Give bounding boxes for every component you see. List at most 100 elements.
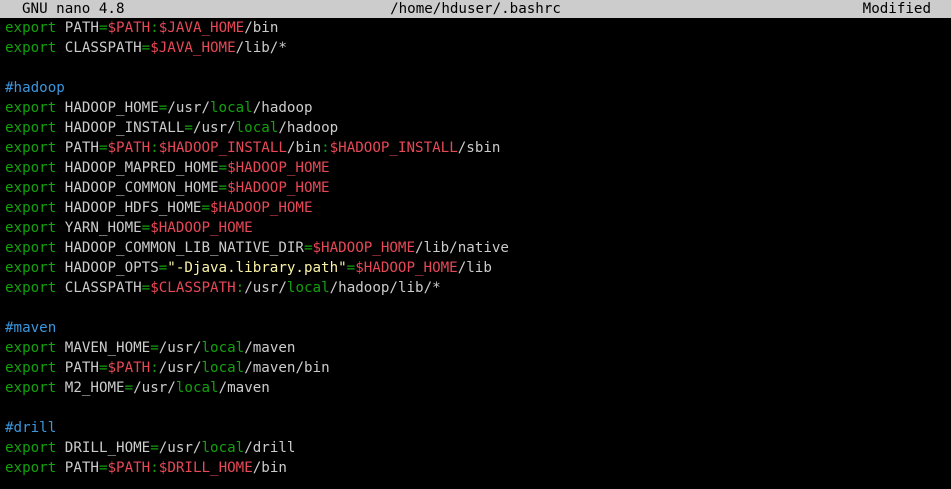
editor-line[interactable]: export HADOOP_HDFS_HOME=$HADOOP_HOME xyxy=(5,198,951,218)
token-variable: $PATH xyxy=(107,360,151,376)
token-variable: $HADOOP_INSTALL xyxy=(329,140,458,156)
token-operator: : xyxy=(150,20,159,36)
token-comment: #maven xyxy=(5,320,57,336)
token-keyword: export xyxy=(5,200,57,216)
token-text: PATH xyxy=(56,360,99,376)
editor-line[interactable]: export HADOOP_COMMON_LIB_NATIVE_DIR=$HAD… xyxy=(5,238,951,258)
token-operator: = xyxy=(201,200,211,216)
editor-line[interactable] xyxy=(5,298,951,318)
token-text: /usr/ xyxy=(192,120,236,136)
token-variable: $JAVA_HOME xyxy=(150,40,236,56)
token-operator: = xyxy=(124,380,134,396)
token-text: /bin xyxy=(252,460,287,476)
token-variable: $DRILL_HOME xyxy=(158,460,253,476)
token-operator: : xyxy=(235,280,245,296)
editor-line[interactable]: export DRILL_HOME=/usr/local/drill xyxy=(5,438,951,458)
token-operator: : xyxy=(150,140,159,156)
token-variable: $HADOOP_HOME xyxy=(227,160,330,176)
token-text: HADOOP_COMMON_LIB_NATIVE_DIR xyxy=(56,240,304,256)
token-keyword: export xyxy=(5,220,57,236)
token-local-path-segment: local xyxy=(201,340,245,356)
token-text: DRILL_HOME xyxy=(56,440,151,456)
editor-line[interactable]: export HADOOP_COMMON_HOME=$HADOOP_HOME xyxy=(5,178,951,198)
token-text: /lib xyxy=(457,260,492,276)
text-editor-area[interactable]: export PATH=$PATH:$JAVA_HOME/bin export C… xyxy=(5,18,951,489)
token-operator: = xyxy=(141,40,151,56)
editor-line[interactable]: export MAVEN_HOME=/usr/local/maven xyxy=(5,338,951,358)
editor-line[interactable]: export M2_HOME=/usr/local/maven xyxy=(5,378,951,398)
token-operator: = xyxy=(218,180,228,196)
editor-line[interactable]: export HADOOP_HOME=/usr/local/hadoop xyxy=(5,98,951,118)
modified-status: Modified xyxy=(862,1,931,17)
token-text: /hadoop xyxy=(252,100,313,116)
token-text: /hadoop xyxy=(278,120,339,136)
token-operator: = xyxy=(150,440,159,456)
token-local-path-segment: local xyxy=(286,280,330,296)
token-operator: = xyxy=(141,220,151,236)
token-variable: $HADOOP_HOME xyxy=(210,200,313,216)
token-operator: : xyxy=(150,360,159,376)
token-text: HADOOP_INSTALL xyxy=(56,120,185,136)
token-text: YARN_HOME xyxy=(56,220,142,236)
editor-line[interactable]: export PATH=$PATH:/usr/local/maven/bin xyxy=(5,358,951,378)
token-keyword: export xyxy=(5,160,57,176)
token-keyword: export xyxy=(5,40,57,56)
token-local-path-segment: local xyxy=(175,380,219,396)
token-text: PATH xyxy=(56,140,99,156)
editor-line[interactable]: #hadoop xyxy=(5,78,951,98)
token-text: M2_HOME xyxy=(56,380,125,396)
token-text: /drill xyxy=(244,440,296,456)
token-text: /usr/ xyxy=(167,100,211,116)
token-variable: $PATH xyxy=(107,460,151,476)
editor-line[interactable]: export HADOOP_OPTS="-Djava.library.path"… xyxy=(5,258,951,278)
editor-line[interactable]: export HADOOP_INSTALL=/usr/local/hadoop xyxy=(5,118,951,138)
token-variable: $HADOOP_HOME xyxy=(227,180,330,196)
editor-line[interactable]: export HADOOP_MAPRED_HOME=$HADOOP_HOME xyxy=(5,158,951,178)
token-keyword: export xyxy=(5,120,57,136)
token-operator: = xyxy=(150,340,159,356)
token-text: HADOOP_HOME xyxy=(56,100,159,116)
token-operator: = xyxy=(218,160,228,176)
token-keyword: export xyxy=(5,440,57,456)
token-variable: $JAVA_HOME xyxy=(158,20,245,36)
token-variable: $PATH xyxy=(107,20,151,36)
token-operator: = xyxy=(158,260,168,276)
token-operator: = xyxy=(98,460,108,476)
token-keyword: export xyxy=(5,340,57,356)
token-text: HADOOP_MAPRED_HOME xyxy=(56,160,219,176)
token-text: HADOOP_HDFS_HOME xyxy=(56,200,202,216)
token-text: /usr/ xyxy=(244,280,287,296)
token-text: HADOOP_COMMON_HOME xyxy=(56,180,219,196)
token-text: PATH xyxy=(56,20,99,36)
token-keyword: export xyxy=(5,240,57,256)
token-keyword: export xyxy=(5,360,57,376)
editor-line[interactable]: export CLASSPATH=$JAVA_HOME/lib/* xyxy=(5,38,951,58)
editor-line[interactable]: #drill xyxy=(5,418,951,438)
token-keyword: export xyxy=(5,460,57,476)
token-text: /maven/bin xyxy=(244,360,330,376)
editor-line[interactable]: export PATH=$PATH:$JAVA_HOME/bin xyxy=(5,18,951,38)
token-text: /lib/native xyxy=(415,240,509,256)
token-text: /usr/ xyxy=(158,340,202,356)
token-text: /lib/* xyxy=(235,40,287,56)
file-path: /home/hduser/.bashrc xyxy=(390,1,561,17)
token-operator: : xyxy=(321,140,330,156)
token-text: /bin xyxy=(244,20,279,36)
token-operator: = xyxy=(158,100,168,116)
token-variable: $HADOOP_HOME xyxy=(355,260,458,276)
editor-line[interactable]: export CLASSPATH=$CLASSPATH:/usr/local/h… xyxy=(5,278,951,298)
editor-line[interactable]: export YARN_HOME=$HADOOP_HOME xyxy=(5,218,951,238)
editor-line[interactable]: #maven xyxy=(5,318,951,338)
token-operator: = xyxy=(98,140,108,156)
token-variable: $CLASSPATH xyxy=(150,280,236,296)
editor-line[interactable]: export PATH=$PATH:$DRILL_HOME/bin xyxy=(5,458,951,478)
token-keyword: export xyxy=(5,380,57,396)
editor-line[interactable] xyxy=(5,398,951,418)
token-local-path-segment: local xyxy=(201,440,245,456)
token-keyword: export xyxy=(5,140,57,156)
token-string: "-Djava.library.path" xyxy=(167,260,347,276)
token-text: /sbin xyxy=(457,140,501,156)
token-operator: = xyxy=(303,240,313,256)
editor-line[interactable]: export PATH=$PATH:$HADOOP_INSTALL/bin:$H… xyxy=(5,138,951,158)
editor-line[interactable] xyxy=(5,58,951,78)
